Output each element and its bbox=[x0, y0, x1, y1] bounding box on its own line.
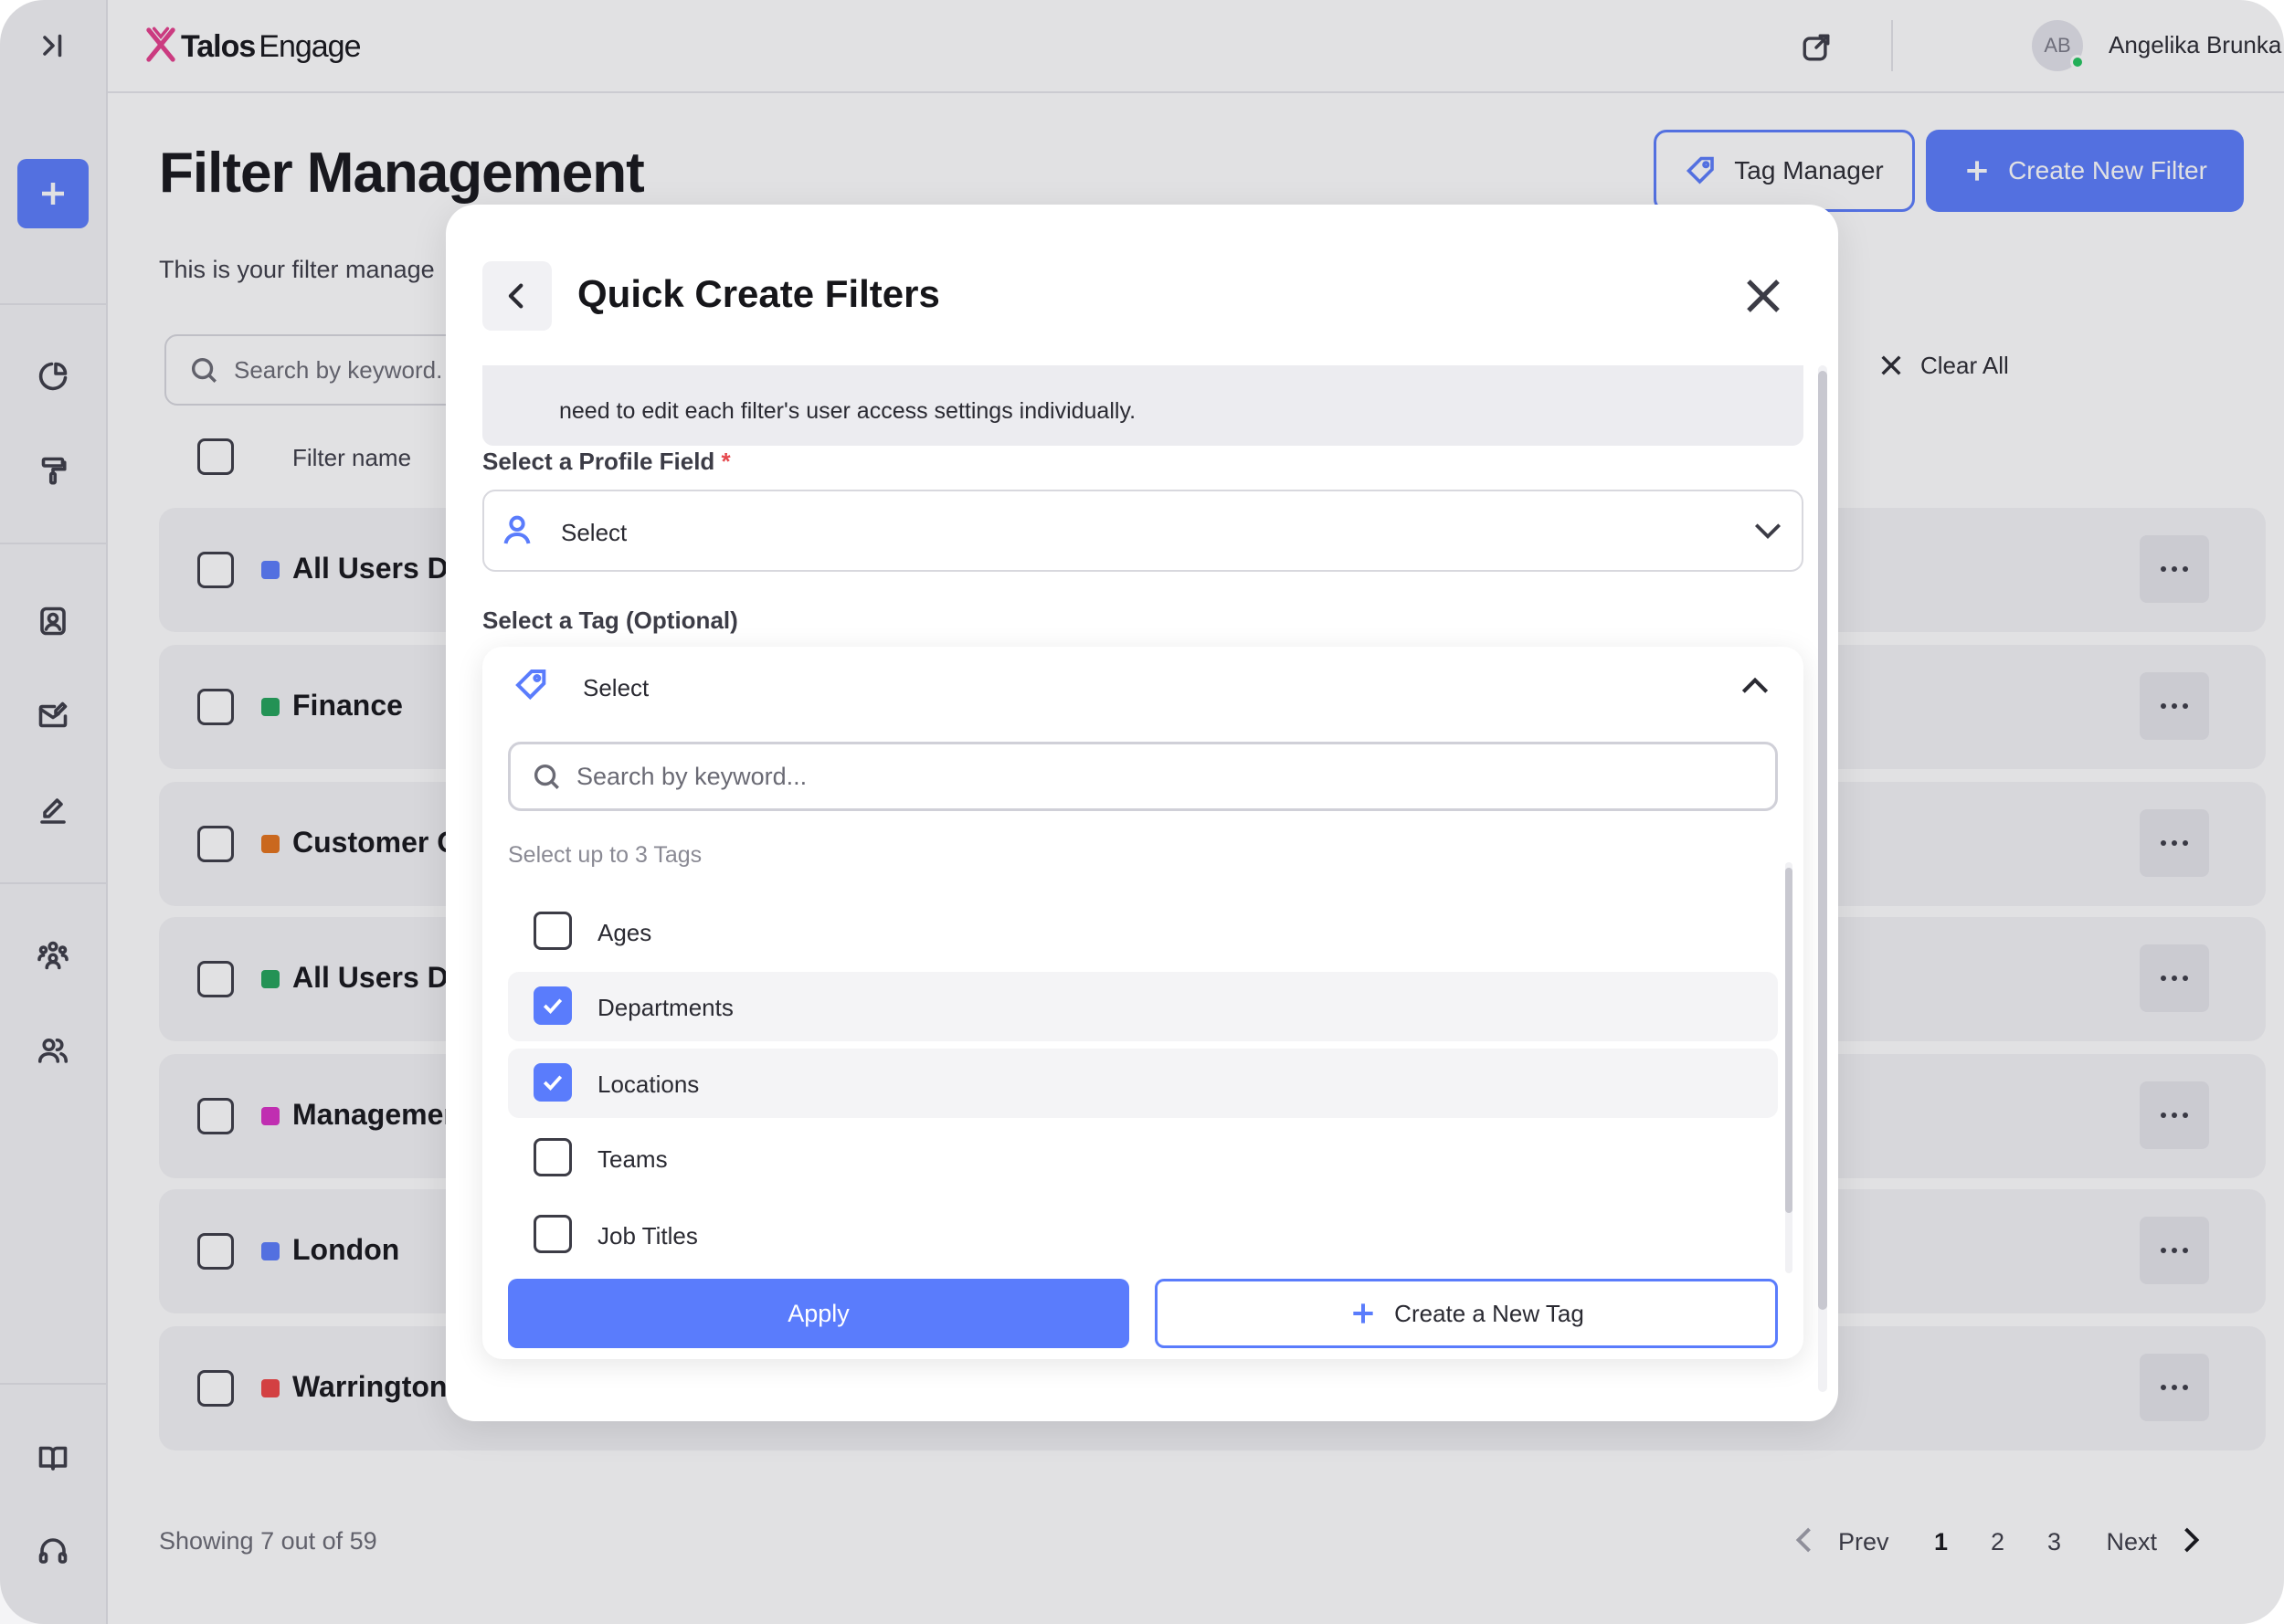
close-icon bbox=[1747, 279, 1780, 312]
tag-select-value[interactable]: Select bbox=[583, 674, 649, 702]
info-note: need to edit each filter's user access s… bbox=[482, 365, 1803, 446]
back-button[interactable] bbox=[482, 261, 552, 331]
tag-checkbox[interactable] bbox=[534, 1138, 572, 1176]
tag-search-placeholder: Search by keyword... bbox=[576, 762, 808, 790]
tag-dropdown-panel: Select Search by keyword... Select up to… bbox=[482, 647, 1803, 1359]
quick-create-filters-modal: Quick Create Filters need to edit each f… bbox=[446, 205, 1838, 1421]
check-icon bbox=[543, 1075, 563, 1091]
chevron-up-icon[interactable] bbox=[1738, 669, 1774, 705]
tag-limit-hint: Select up to 3 Tags bbox=[508, 842, 703, 868]
tag-option-ages[interactable]: Ages bbox=[508, 897, 1778, 966]
tag-option-departments[interactable]: Departments bbox=[508, 972, 1778, 1041]
tag-checkbox[interactable] bbox=[534, 1215, 572, 1253]
tag-option-label: Job Titles bbox=[597, 1222, 698, 1250]
tag-option-label: Departments bbox=[597, 994, 734, 1021]
modal-title: Quick Create Filters bbox=[577, 272, 940, 315]
user-icon bbox=[499, 511, 539, 552]
chevron-left-icon bbox=[508, 283, 523, 309]
tag-option-label: Ages bbox=[597, 919, 652, 946]
search-icon bbox=[534, 764, 559, 789]
close-modal-button[interactable] bbox=[1738, 270, 1789, 322]
tag-list-scrollbar-thumb[interactable] bbox=[1785, 868, 1792, 1213]
tag-checkbox[interactable] bbox=[534, 986, 572, 1025]
tag-search-input[interactable]: Search by keyword... bbox=[508, 742, 1778, 811]
chevron-down-icon bbox=[1750, 513, 1787, 550]
tag-checkbox[interactable] bbox=[534, 1063, 572, 1102]
profile-field-label: Select a Profile Field * bbox=[482, 448, 731, 476]
create-new-tag-label: Create a New Tag bbox=[1394, 1299, 1584, 1327]
tag-label: Select a Tag (Optional) bbox=[482, 606, 738, 634]
profile-field-value: Select bbox=[561, 519, 628, 546]
required-mark: * bbox=[721, 448, 731, 475]
profile-field-select[interactable]: Select bbox=[482, 490, 1803, 572]
tag-icon bbox=[513, 667, 554, 707]
modal-scrollbar-thumb[interactable] bbox=[1818, 371, 1827, 1310]
tag-option-teams[interactable]: Teams bbox=[508, 1123, 1778, 1193]
tag-option-job-titles[interactable]: Job Titles bbox=[508, 1200, 1778, 1270]
app-window: Talos Engage AB Angelika Brunka Filter M… bbox=[0, 0, 2284, 1624]
check-icon bbox=[543, 998, 563, 1014]
apply-button[interactable]: Apply bbox=[508, 1279, 1129, 1348]
profile-field-label-text: Select a Profile Field bbox=[482, 448, 715, 475]
tag-option-label: Teams bbox=[597, 1145, 668, 1173]
tag-option-locations[interactable]: Locations bbox=[508, 1049, 1778, 1118]
create-new-tag-button[interactable]: Create a New Tag bbox=[1155, 1279, 1778, 1348]
plus-icon bbox=[1353, 1303, 1373, 1323]
tag-option-label: Locations bbox=[597, 1070, 700, 1098]
apply-label: Apply bbox=[788, 1299, 850, 1327]
tag-checkbox[interactable] bbox=[534, 912, 572, 950]
